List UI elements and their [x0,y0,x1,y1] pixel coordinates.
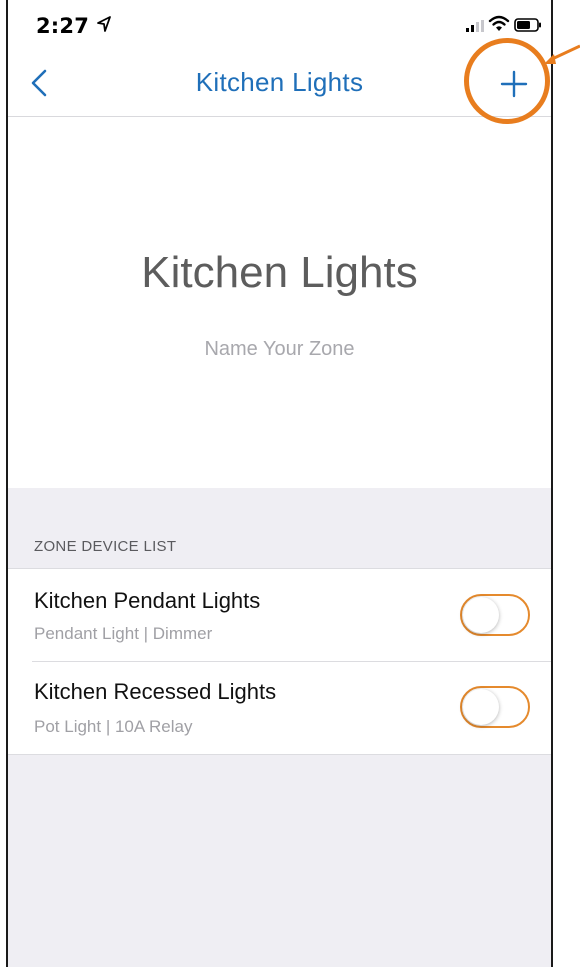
cellular-signal-icon [466,20,484,32]
nav-divider [8,116,551,117]
section-header: ZONE DEVICE LIST [34,538,177,555]
status-time: 2:27 [36,14,90,38]
toggle-knob [463,597,499,633]
device-row[interactable]: Kitchen Recessed Lights Pot Light | 10A … [8,662,551,754]
highlight-circle-annotation [464,38,550,124]
device-subtitle: Pot Light | 10A Relay [34,717,193,736]
device-title: Kitchen Pendant Lights [34,588,261,613]
device-list: Kitchen Pendant Lights Pendant Light | D… [8,568,551,755]
location-arrow-icon [97,16,111,32]
outside-margin [553,0,585,967]
device-row[interactable]: Kitchen Pendant Lights Pendant Light | D… [8,569,551,662]
zone-name-hint: Name Your Zone [204,338,355,360]
battery-icon [514,18,541,32]
device-subtitle: Pendant Light | Dimmer [34,624,213,643]
wifi-icon [488,15,510,31]
device-toggle[interactable] [460,686,530,728]
annotation-arrow-icon [544,44,580,64]
device-toggle[interactable] [460,594,530,636]
toggle-knob [463,689,499,725]
zone-name[interactable]: Kitchen Lights [8,248,551,298]
device-title: Kitchen Recessed Lights [34,679,277,704]
phone-frame-right [551,0,553,967]
app-screen: 2:27 Kitchen Lights Kitchen Lights Name … [8,0,551,967]
